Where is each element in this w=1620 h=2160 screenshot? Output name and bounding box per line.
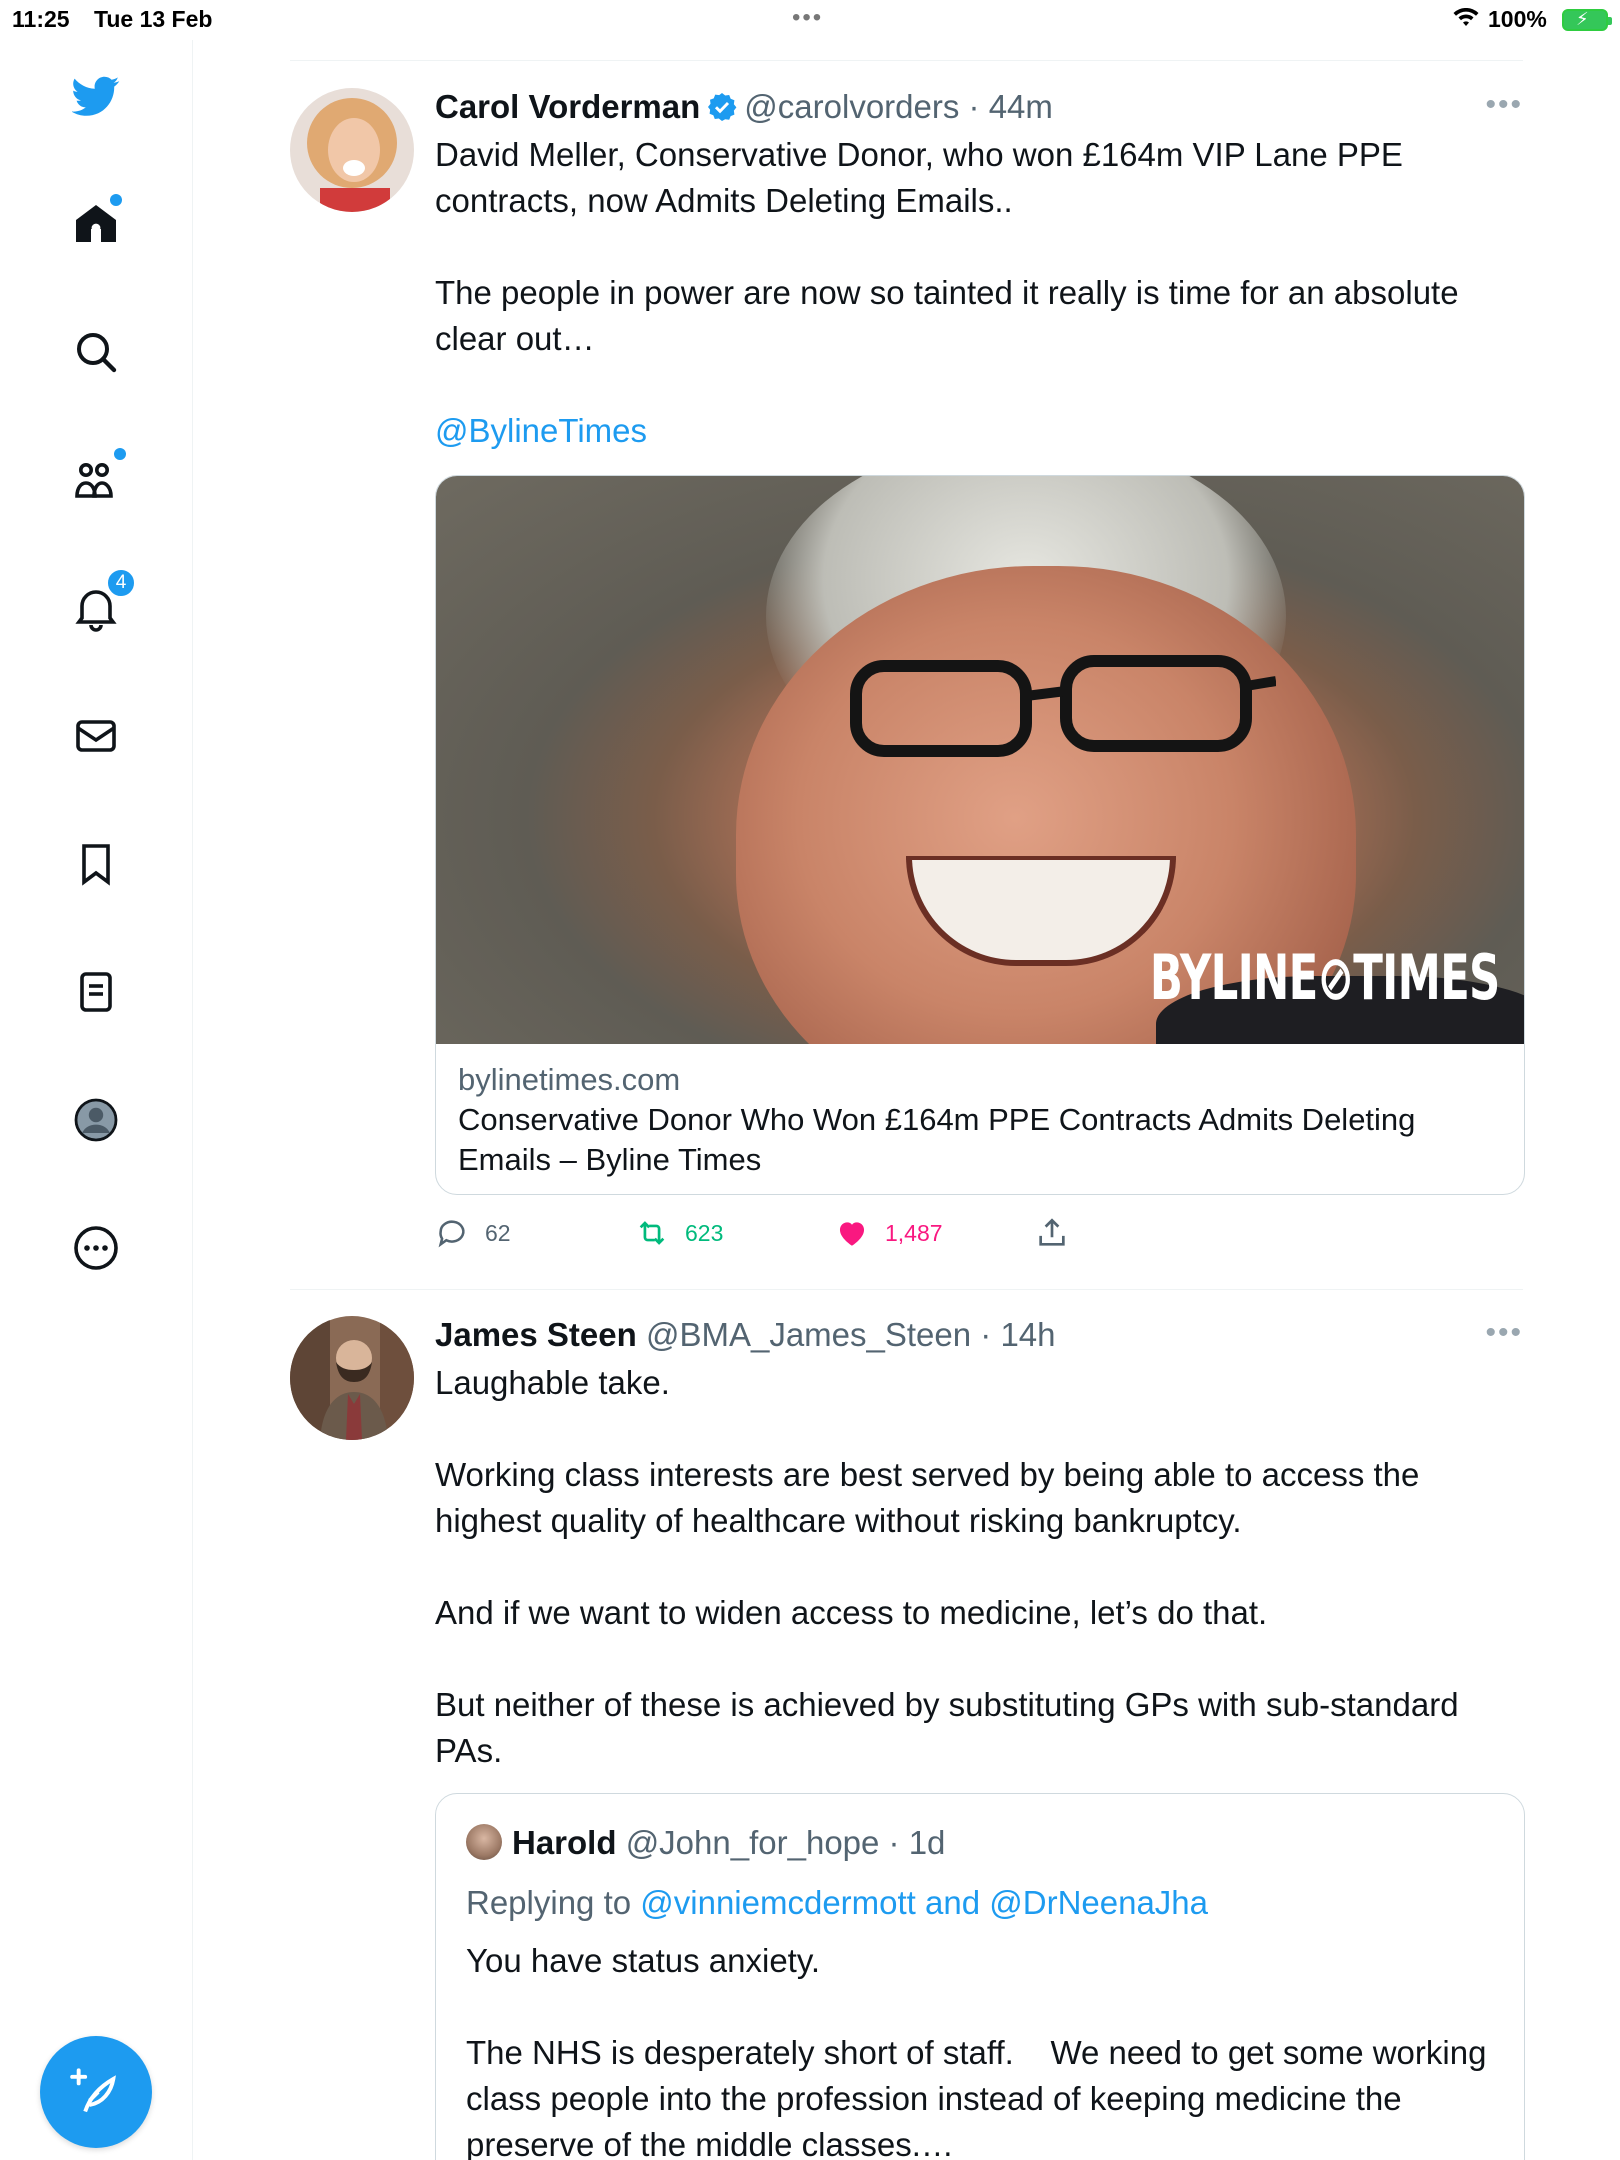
status-bar: 11:25 Tue 13 Feb ••• 100% ⚡ bbox=[0, 0, 1620, 40]
profile-icon[interactable] bbox=[60, 1084, 132, 1156]
sidebar: 4 bbox=[0, 40, 193, 2160]
avatar[interactable] bbox=[290, 1316, 414, 1440]
search-icon[interactable] bbox=[60, 316, 132, 388]
tweet-mention-link[interactable]: @BylineTimes bbox=[435, 408, 1515, 454]
home-unread-dot bbox=[110, 194, 122, 206]
tweet-time[interactable]: 44m bbox=[989, 88, 1053, 125]
compose-feather-icon bbox=[70, 2068, 116, 2113]
quoted-tweet[interactable]: Harold @John_for_hope · 1d Replying to @… bbox=[435, 1793, 1525, 2160]
byline-times-watermark: BYLINE⊘TIMES bbox=[1150, 941, 1500, 1014]
author-handle[interactable]: @BMA_James_Steen bbox=[646, 1316, 971, 1353]
author-handle[interactable]: @carolvorders bbox=[744, 88, 959, 125]
quoted-author-handle[interactable]: @John_for_hope bbox=[626, 1824, 880, 1861]
quoted-tweet-time[interactable]: 1d bbox=[909, 1824, 946, 1861]
replying-to: Replying to @vinniemcdermott and @DrNeen… bbox=[466, 1884, 1208, 1922]
reply-count: 62 bbox=[485, 1219, 511, 1246]
battery-icon: ⚡ bbox=[1562, 9, 1612, 31]
communities-icon[interactable] bbox=[60, 444, 132, 516]
tweet-time[interactable]: 14h bbox=[1000, 1316, 1055, 1353]
separator-dot: · bbox=[959, 88, 989, 125]
tweet-header: James Steen @BMA_James_Steen · 14h bbox=[435, 1316, 1056, 1354]
like-count: 1,487 bbox=[885, 1219, 943, 1246]
separator-dot: · bbox=[879, 1824, 909, 1861]
tweet-text: David Meller, Conservative Donor, who wo… bbox=[435, 136, 1459, 357]
status-date: Tue 13 Feb bbox=[94, 6, 213, 32]
compose-tweet-button[interactable] bbox=[40, 2036, 152, 2148]
separator-dot: · bbox=[971, 1316, 1001, 1353]
replying-to-prefix: Replying to bbox=[466, 1884, 641, 1921]
notifications-icon[interactable]: 4 bbox=[60, 568, 136, 644]
quoted-author-name[interactable]: Harold bbox=[512, 1824, 617, 1861]
twitter-logo-icon[interactable] bbox=[60, 60, 132, 132]
like-button[interactable]: 1,487 bbox=[835, 1216, 943, 1250]
tweet-actions: 62 623 1,487 bbox=[435, 1216, 1525, 1256]
link-card-title: Conservative Donor Who Won £164m PPE Con… bbox=[458, 1102, 1416, 1177]
retweet-button[interactable]: 623 bbox=[635, 1216, 723, 1250]
more-options-icon[interactable] bbox=[60, 1212, 132, 1284]
tweet-divider bbox=[290, 1289, 1523, 1290]
tweet[interactable]: James Steen @BMA_James_Steen · 14h ••• L… bbox=[290, 1316, 1525, 2160]
share-button[interactable] bbox=[1035, 1216, 1085, 1250]
tweet-more-button[interactable]: ••• bbox=[1485, 88, 1523, 122]
avatar[interactable] bbox=[290, 88, 414, 212]
heart-icon bbox=[839, 1222, 865, 1246]
reply-icon bbox=[438, 1220, 465, 1248]
lists-icon[interactable] bbox=[60, 956, 132, 1028]
verified-badge-icon bbox=[708, 93, 737, 121]
battery-percentage: 100% bbox=[1488, 6, 1547, 32]
author-name[interactable]: James Steen bbox=[435, 1316, 637, 1353]
retweet-count: 623 bbox=[685, 1219, 724, 1246]
glasses-shape bbox=[850, 655, 1276, 757]
tweet-text: Laughable take. Working class interests … bbox=[435, 1364, 1459, 1769]
link-card-image: BYLINE⊘TIMES bbox=[436, 476, 1524, 1044]
quoted-tweet-header: Harold @John_for_hope · 1d bbox=[466, 1824, 945, 1862]
communities-unread-dot bbox=[114, 448, 126, 460]
notifications-badge: 4 bbox=[106, 568, 136, 598]
link-card-domain: bylinetimes.com bbox=[458, 1062, 681, 1097]
reply-button[interactable]: 62 bbox=[435, 1216, 511, 1250]
status-time: 11:25 bbox=[12, 6, 70, 32]
wifi-icon bbox=[1453, 8, 1479, 26]
replying-to-handles[interactable]: @vinniemcdermott and @DrNeenaJha bbox=[640, 1884, 1208, 1921]
quoted-avatar[interactable] bbox=[466, 1824, 502, 1860]
tweet-header: Carol Vorderman @carolvorders · 44m bbox=[435, 88, 1053, 126]
author-name[interactable]: Carol Vorderman bbox=[435, 88, 700, 125]
tweet-more-button[interactable]: ••• bbox=[1485, 1316, 1523, 1350]
home-icon[interactable] bbox=[60, 188, 132, 260]
quoted-tweet-text: You have status anxiety. The NHS is desp… bbox=[466, 1942, 1487, 2160]
messages-icon[interactable] bbox=[60, 700, 132, 772]
bookmarks-icon[interactable] bbox=[60, 828, 132, 900]
share-icon bbox=[1039, 1218, 1065, 1246]
multitasking-dots[interactable]: ••• bbox=[792, 4, 823, 32]
link-card[interactable]: BYLINE⊘TIMES bylinetimes.com Conservativ… bbox=[435, 475, 1525, 1195]
tweet[interactable]: Carol Vorderman @carolvorders · 44m ••• D… bbox=[290, 88, 1525, 1258]
retweet-icon bbox=[639, 1221, 665, 1245]
timeline-top-divider bbox=[290, 60, 1523, 61]
